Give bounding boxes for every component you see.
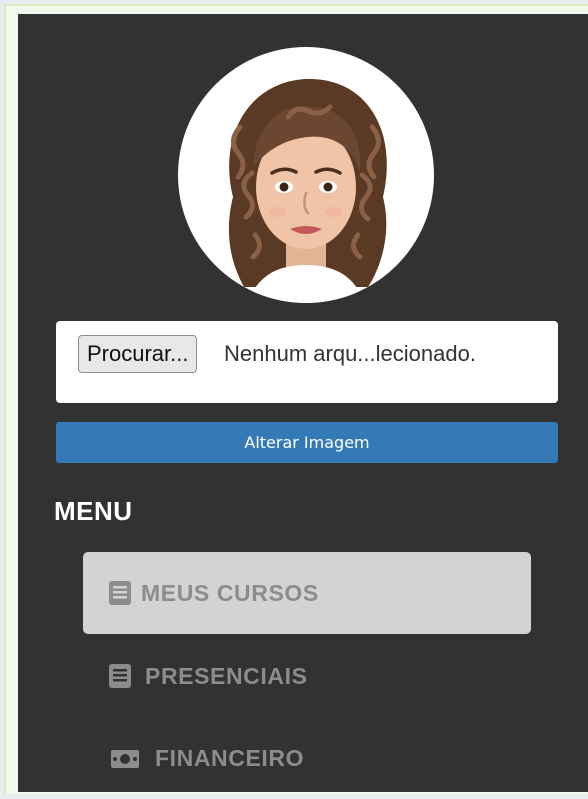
sidebar-item-presenciais[interactable]: PRESENCIAIS <box>83 635 531 717</box>
sidebar-item-label: FINANCEIRO <box>155 745 305 771</box>
money-icon <box>111 750 139 768</box>
book-icon <box>109 581 131 605</box>
change-image-button[interactable]: Alterar Imagem <box>56 422 558 463</box>
sidebar-item-label: MEUS CURSOS <box>141 580 319 606</box>
sidebar-item-financeiro[interactable]: FINANCEIRO <box>83 717 531 799</box>
menu-heading: MENU <box>54 496 133 526</box>
avatar-illustration <box>228 78 387 303</box>
file-upload-box: Procurar... Nenhum arqu...lecionado. <box>56 321 558 403</box>
book-icon <box>109 664 131 688</box>
profile-avatar <box>178 47 434 303</box>
sidebar-item-label: PRESENCIAIS <box>145 663 308 689</box>
file-status-text: Nenhum arqu...lecionado. <box>224 341 476 366</box>
browse-file-button[interactable]: Procurar... <box>78 335 198 373</box>
sidebar-item-meus-cursos[interactable]: MEUS CURSOS <box>83 552 531 634</box>
